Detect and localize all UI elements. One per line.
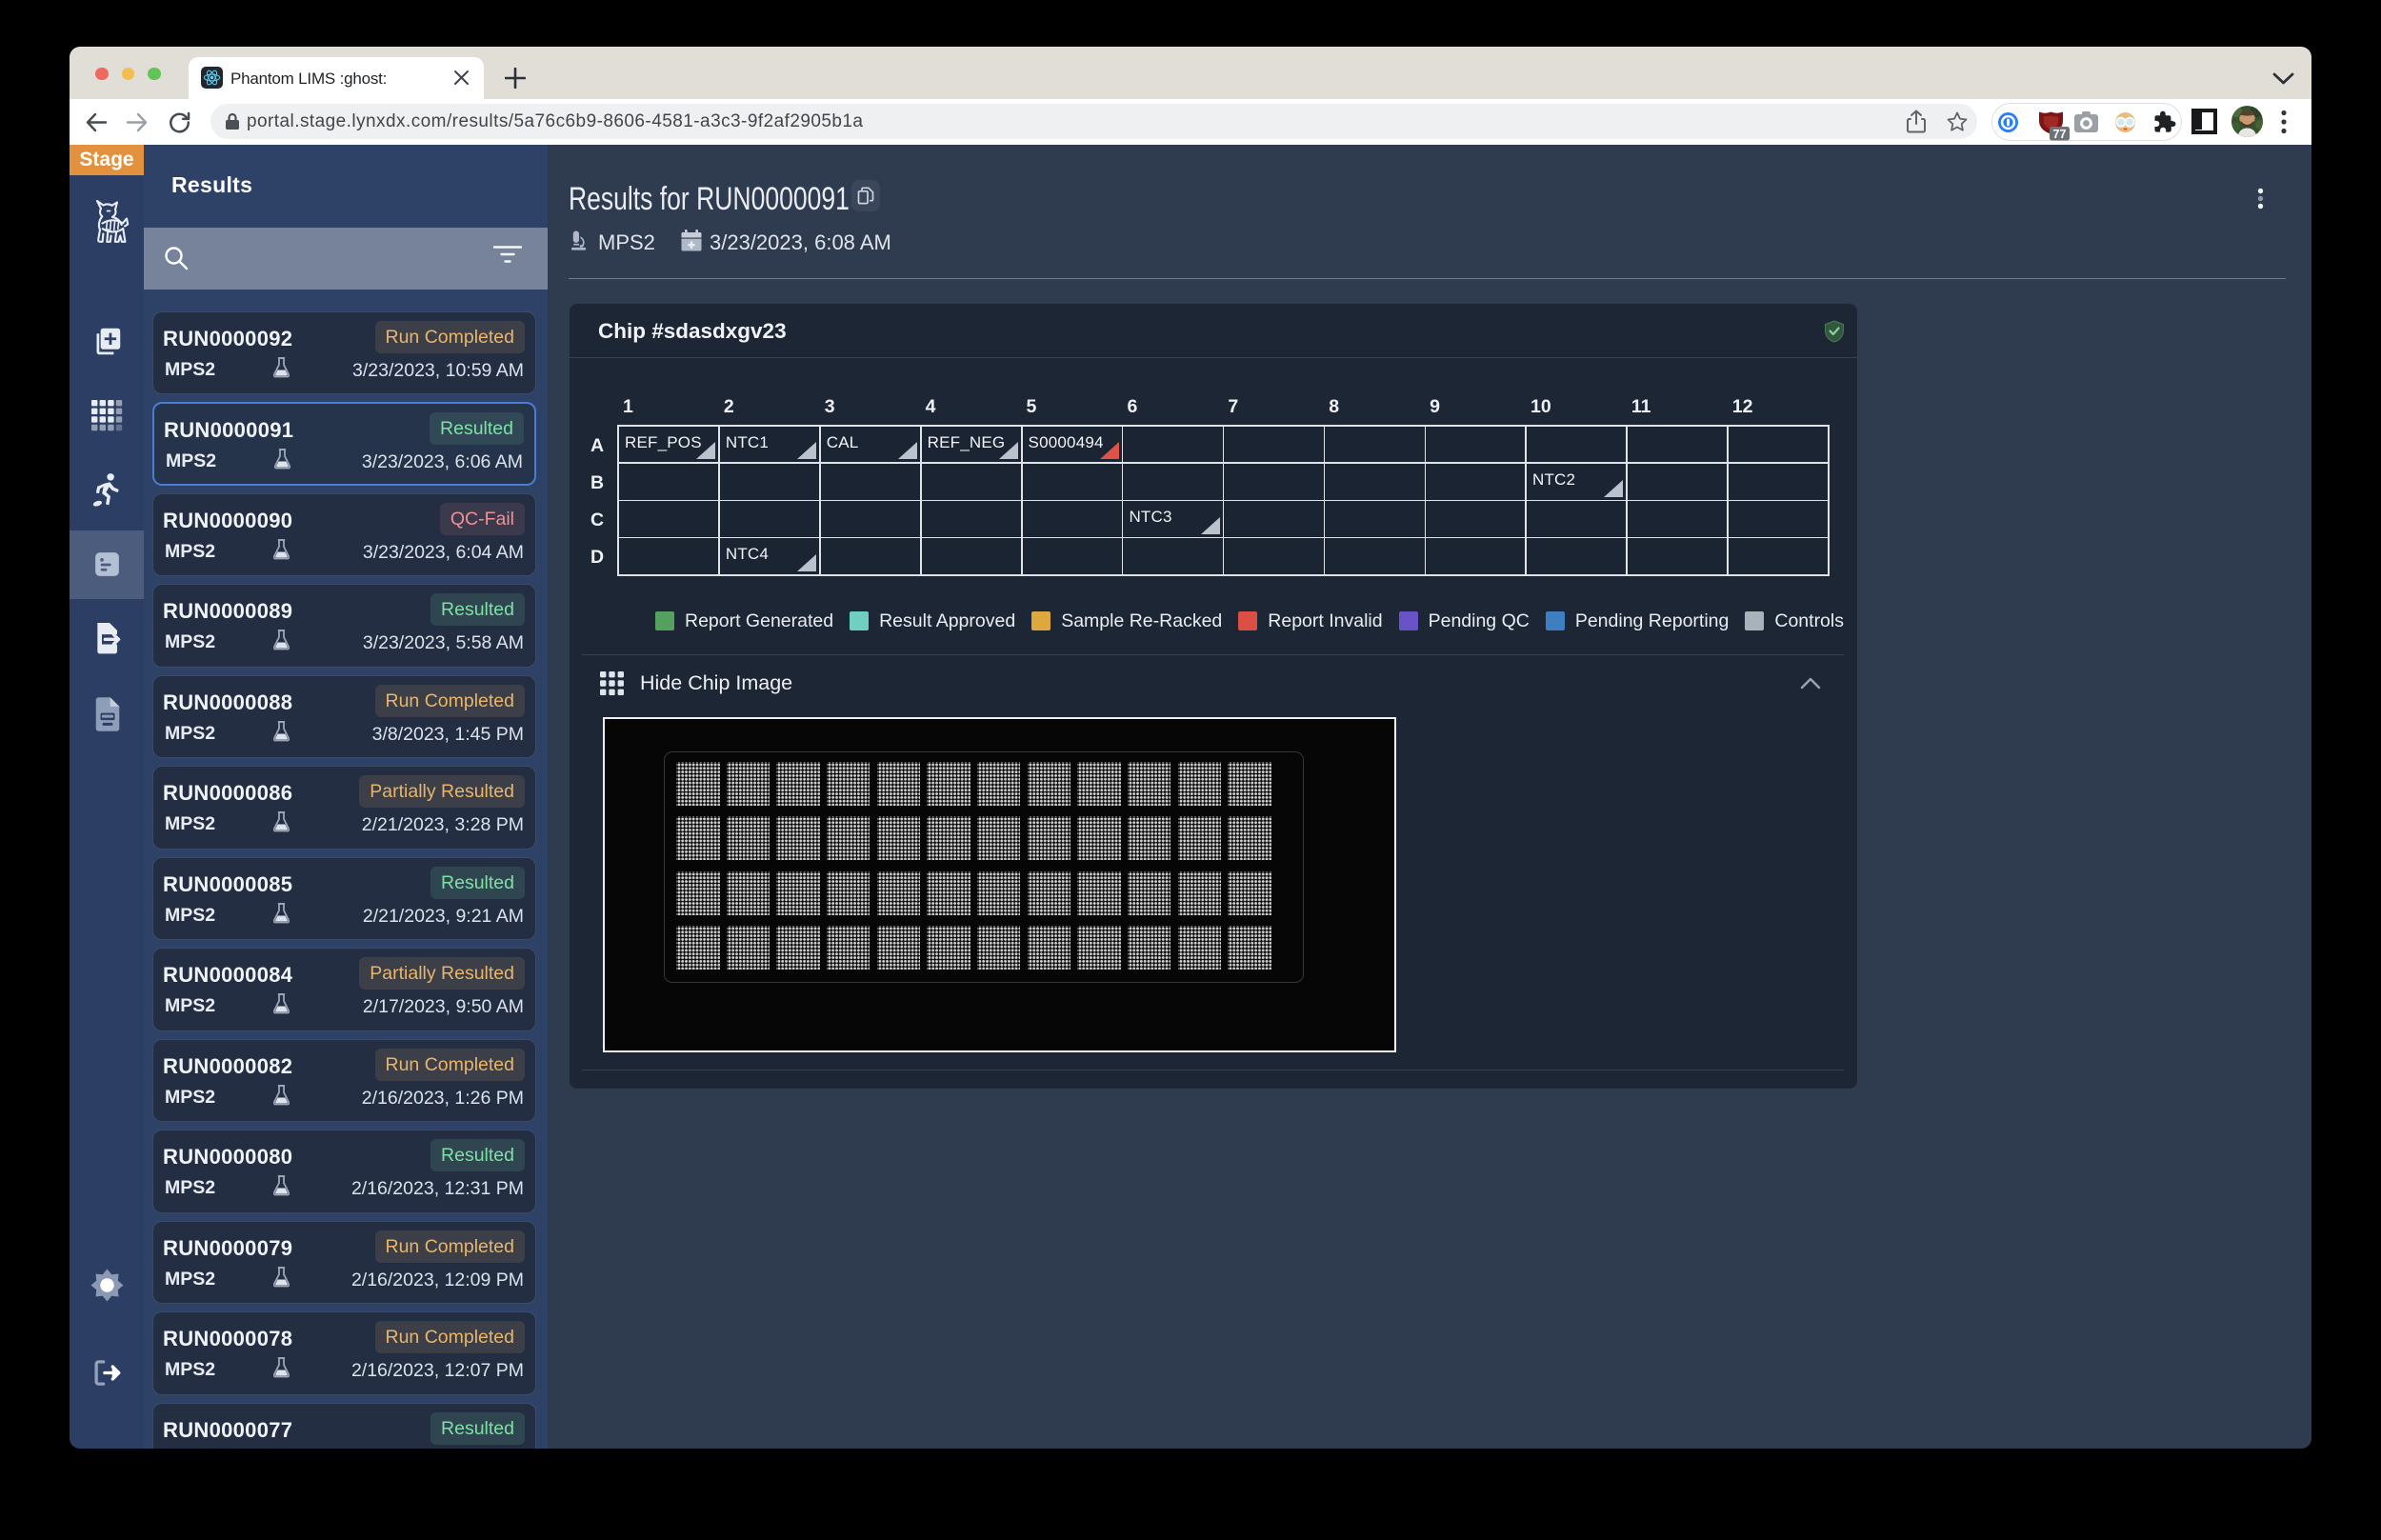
svg-text:77: 77 (2053, 128, 2067, 141)
